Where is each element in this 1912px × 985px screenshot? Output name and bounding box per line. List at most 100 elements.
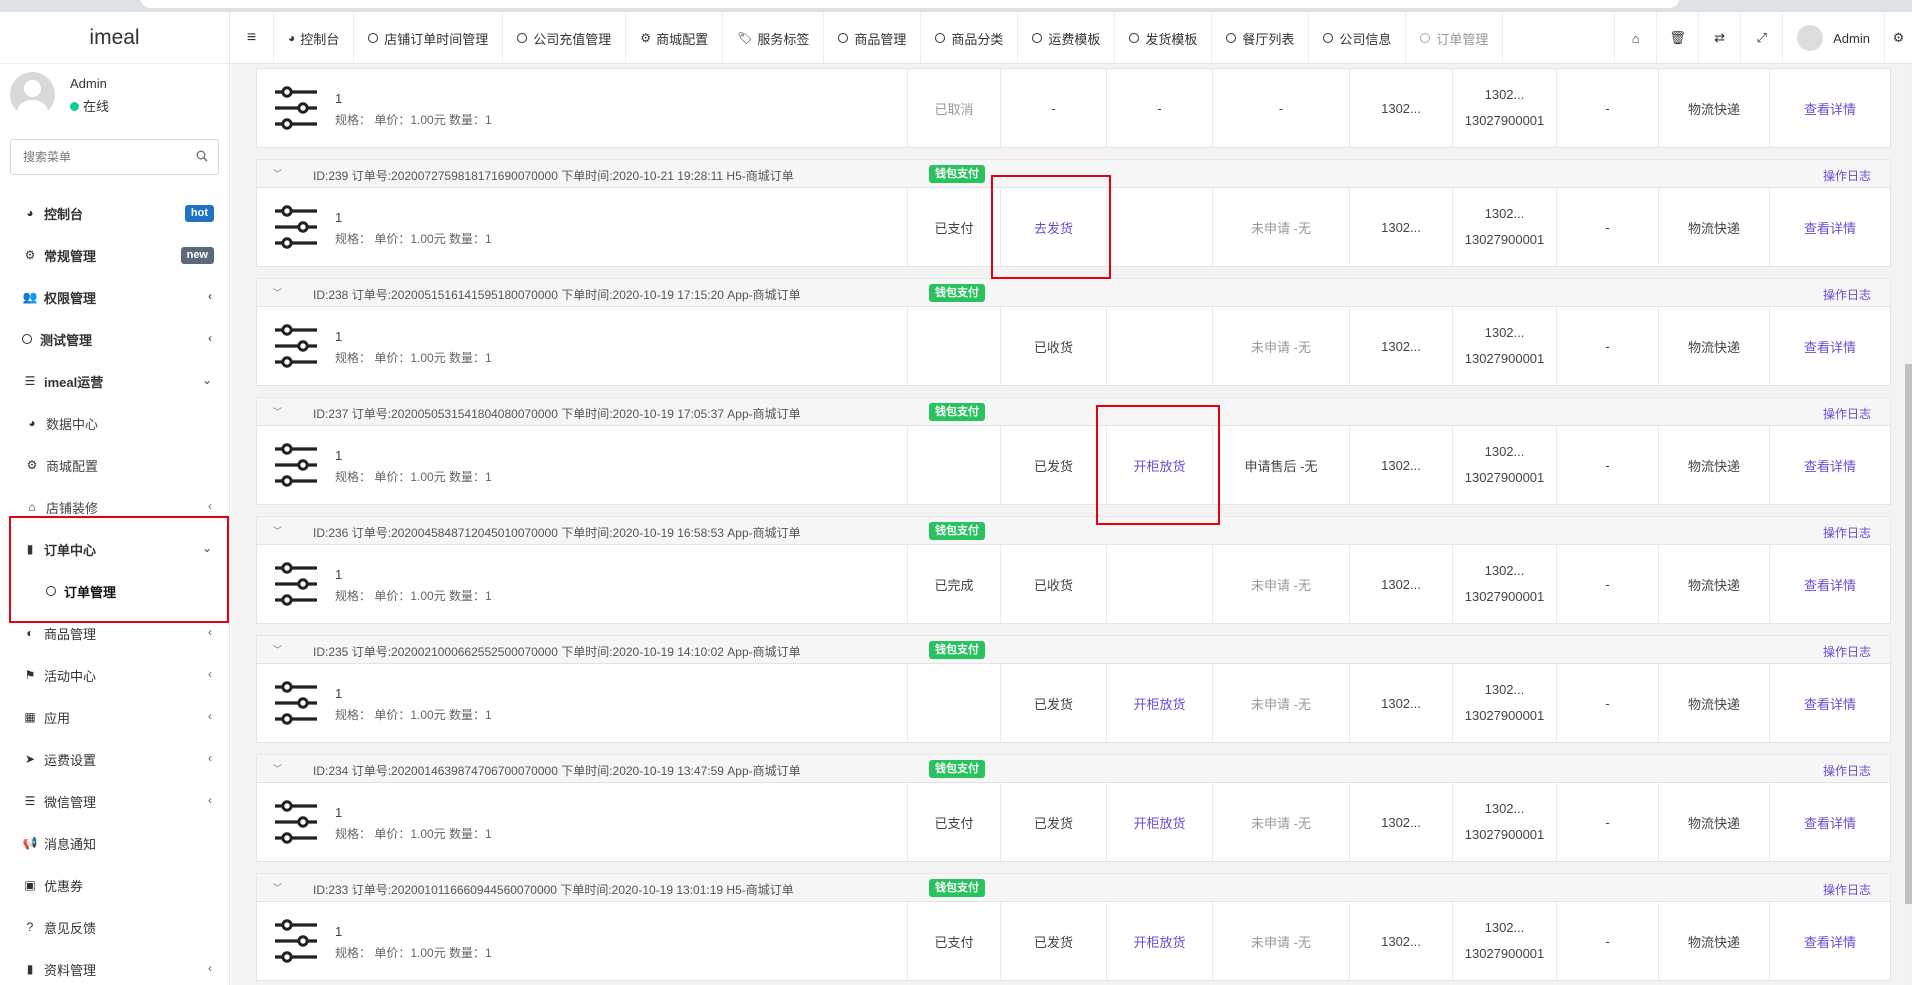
tab-5[interactable]: 商品管理 [824, 12, 922, 64]
admin-menu[interactable]: Admin [1782, 12, 1884, 64]
extra-field: - [1556, 69, 1658, 147]
tab-6[interactable]: 商品分类 [921, 12, 1019, 64]
browser-strip [0, 0, 1912, 12]
home-icon[interactable]: ⌂ [1614, 12, 1656, 64]
circle-icon [517, 33, 528, 43]
order-header: ﹀ ID:237 订单号:2020050531541804080070000 下单… [256, 397, 1891, 425]
product-spec: 规格： 单价：1.00元 数量：1 [335, 232, 492, 246]
tab-9[interactable]: 餐厅列表 [1212, 12, 1310, 64]
sidebar-item-6[interactable]: ⚙ 商城配置 [0, 444, 229, 486]
sidebar-item-3[interactable]: 测试管理 ‹ [0, 318, 229, 360]
order-meta: ID:236 订单号:2020045848712045010070000 下单时… [313, 526, 801, 540]
sidebar-item-label: 常规管理 [44, 248, 97, 264]
view-detail-link[interactable]: 查看详情 [1769, 307, 1890, 385]
sidebar-item-0[interactable]: ◕ 控制台 hot [0, 192, 229, 234]
aftersale-status: 未申请 -无 [1212, 902, 1349, 980]
user-panel: Admin 在线 [0, 64, 229, 136]
chevron-down-icon[interactable]: ﹀ [273, 405, 282, 418]
sliders-icon [273, 562, 319, 606]
sidebar-item-12[interactable]: ▦ 应用 ‹ [0, 696, 229, 738]
contact-short: 1302... [1484, 87, 1525, 102]
chevron-left-icon: ‹ [208, 751, 212, 765]
sidebar-item-8[interactable]: ▮ 订单中心 ⌄ [0, 528, 229, 570]
home-icon: ⌂ [28, 500, 36, 514]
tab-4[interactable]: 🏷 服务标签 [723, 12, 825, 64]
cabinet-action[interactable]: 开柜放货 [1106, 664, 1212, 742]
trash-icon[interactable]: 🗑 [1656, 12, 1698, 64]
chevron-left-icon: ‹ [208, 709, 212, 723]
sidebar-item-1[interactable]: ⚙ 常规管理 new [0, 234, 229, 276]
tab-label: 运费模板 [1048, 31, 1101, 47]
extra-field: - [1556, 307, 1658, 385]
view-detail-link[interactable]: 查看详情 [1769, 902, 1890, 980]
contact-short: 1302... [1484, 682, 1525, 697]
translate-icon[interactable]: ⇄ [1698, 12, 1740, 64]
operation-log-link[interactable]: 操作日志 [1823, 643, 1871, 660]
operation-log-link[interactable]: 操作日志 [1823, 524, 1871, 541]
ship-status[interactable]: 去发货 [1000, 188, 1106, 266]
sidebar-item-9[interactable]: 订单管理 [0, 570, 229, 612]
view-detail-link[interactable]: 查看详情 [1769, 426, 1890, 504]
top-navbar: ≡ ◕ 控制台 店铺订单时间管理 公司充值管理 ⚙ 商城配置 🏷 服务标签 商品管理 商品分类 运费… [230, 12, 1912, 64]
browser-address-bar[interactable] [140, 0, 1680, 8]
cabinet-action[interactable]: 开柜放货 [1106, 783, 1212, 861]
order-list: 1 规格： 单价：1.00元 数量：1 已取消 - - -1302... 1302... 13… [256, 68, 1891, 985]
cabinet-action[interactable]: 开柜放货 [1106, 426, 1212, 504]
operation-log-link[interactable]: 操作日志 [1823, 286, 1871, 303]
sidebar-item-17[interactable]: ? 意见反馈 [0, 906, 229, 948]
circle-icon [838, 33, 849, 43]
tab-1[interactable]: 店铺订单时间管理 [354, 12, 504, 64]
sidebar-item-13[interactable]: ➤ 运费设置 ‹ [0, 738, 229, 780]
tab-11[interactable]: 订单管理 [1406, 12, 1504, 64]
pay-method-badge: 钱包支付 [929, 403, 985, 421]
tab-3[interactable]: ⚙ 商城配置 [626, 12, 724, 64]
sidebar-item-16[interactable]: ▣ 优惠券 [0, 864, 229, 906]
sidebar-item-10[interactable]: ◐ 商品管理 ‹ [0, 612, 229, 654]
app-logo[interactable]: imeal [0, 12, 229, 64]
aftersale-status: 未申请 -无 [1212, 188, 1349, 266]
menu-search-input[interactable] [11, 140, 181, 174]
sidebar-item-15[interactable]: 📢 消息通知 [0, 822, 229, 864]
order-meta: ID:233 订单号:2020010116660944560070000 下单时… [313, 883, 794, 897]
operation-log-link[interactable]: 操作日志 [1823, 762, 1871, 779]
scrollbar-thumb[interactable] [1905, 364, 1912, 904]
dashboard-icon: ◕ [26, 206, 34, 220]
view-detail-link[interactable]: 查看详情 [1769, 69, 1890, 147]
view-detail-link[interactable]: 查看详情 [1769, 664, 1890, 742]
sidebar-item-14[interactable]: ☰ 微信管理 ‹ [0, 780, 229, 822]
operation-log-link[interactable]: 操作日志 [1823, 405, 1871, 422]
chevron-down-icon[interactable]: ﹀ [273, 881, 282, 894]
tab-2[interactable]: 公司充值管理 [503, 12, 627, 64]
tab-7[interactable]: 运费模板 [1018, 12, 1116, 64]
sidebar-item-4[interactable]: ☰ imeal运营 ⌄ [0, 360, 229, 402]
view-detail-link[interactable]: 查看详情 [1769, 188, 1890, 266]
cabinet-action[interactable]: 开柜放货 [1106, 902, 1212, 980]
chevron-down-icon[interactable]: ﹀ [273, 167, 282, 180]
chevron-down-icon[interactable]: ﹀ [273, 524, 282, 537]
tab-label: 控制台 [300, 31, 340, 47]
buyer-phone: 1302... [1349, 783, 1452, 861]
sidebar-toggle-icon[interactable]: ≡ [230, 12, 274, 64]
sidebar-item-5[interactable]: ◕ 数据中心 [0, 402, 229, 444]
sidebar-item-2[interactable]: 👥 权限管理 ‹ [0, 276, 229, 318]
search-icon[interactable] [196, 150, 208, 162]
sidebar-item-11[interactable]: ⚑ 活动中心 ‹ [0, 654, 229, 696]
chevron-down-icon[interactable]: ﹀ [273, 762, 282, 775]
tab-0[interactable]: ◕ 控制台 [274, 12, 355, 64]
view-detail-link[interactable]: 查看详情 [1769, 783, 1890, 861]
operation-log-link[interactable]: 操作日志 [1823, 167, 1871, 184]
sidebar-item-7[interactable]: ⌂ 店铺装修 ‹ [0, 486, 229, 528]
chevron-down-icon[interactable]: ﹀ [273, 286, 282, 299]
chevron-left-icon: ‹ [208, 793, 212, 807]
view-detail-link[interactable]: 查看详情 [1769, 545, 1890, 623]
sliders-icon [273, 205, 319, 249]
gear-icon[interactable]: ⚙ [1884, 12, 1912, 64]
chevron-down-icon[interactable]: ﹀ [273, 643, 282, 656]
fullscreen-icon[interactable]: ⤢ [1740, 12, 1782, 64]
tab-10[interactable]: 公司信息 [1309, 12, 1407, 64]
operation-log-link[interactable]: 操作日志 [1823, 881, 1871, 898]
tab-8[interactable]: 发货模板 [1115, 12, 1213, 64]
page-scrollbar[interactable] [1905, 64, 1912, 985]
sidebar-item-18[interactable]: ▮ 资料管理 ‹ [0, 948, 229, 985]
navbar-right: ⌂ 🗑 ⇄ ⤢ Admin ⚙ [1614, 12, 1912, 64]
